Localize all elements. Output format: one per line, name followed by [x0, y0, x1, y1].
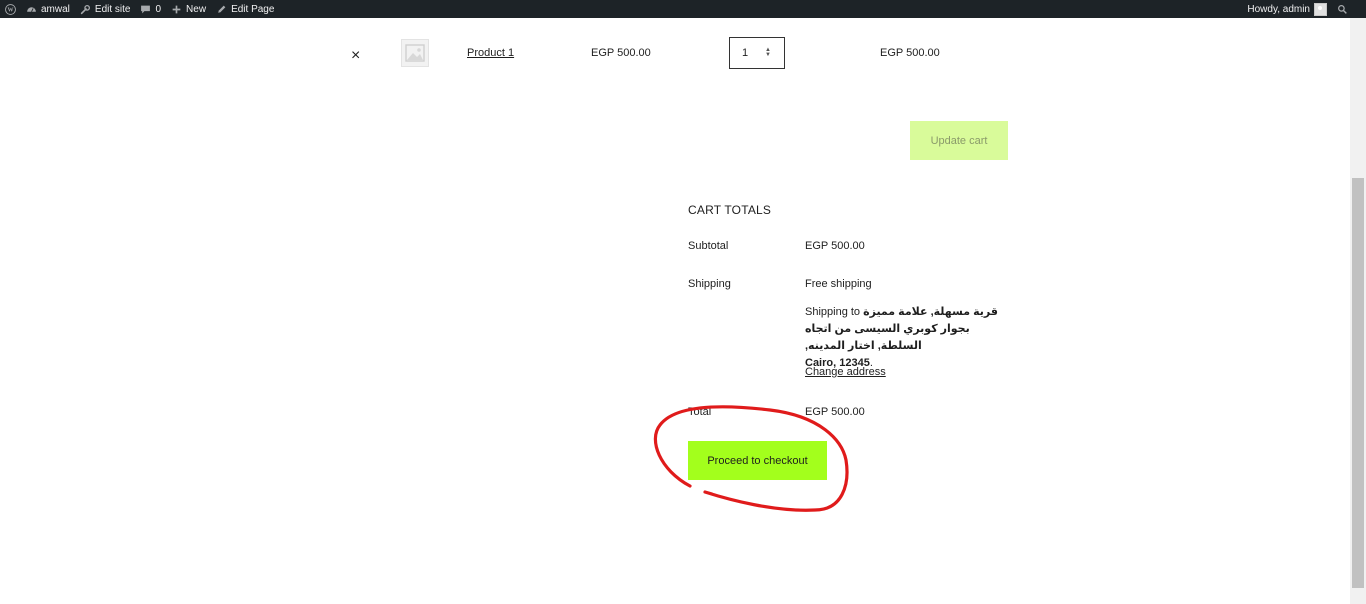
total-value: EGP 500.00	[805, 406, 865, 418]
update-cart-button[interactable]: Update cart	[910, 121, 1008, 160]
account-menu[interactable]: Howdy, admin	[1242, 0, 1332, 18]
image-placeholder-icon	[405, 44, 425, 62]
edit-site-label: Edit site	[94, 3, 131, 15]
edit-page-label: Edit Page	[231, 3, 275, 15]
shipping-destination: Shipping to قرية مسهلة, علامة مميزة بجوا…	[805, 306, 998, 369]
wordpress-icon: W	[5, 3, 16, 15]
search-icon	[1337, 4, 1348, 15]
total-label: Total	[688, 406, 712, 418]
wordpress-menu[interactable]: W	[0, 0, 21, 18]
dashboard-icon	[26, 4, 37, 15]
subtotal-label: Subtotal	[688, 240, 729, 252]
howdy-text: Howdy, admin	[1247, 3, 1310, 15]
product-price: EGP 500.00	[591, 47, 651, 59]
cart-totals-heading: CART TOTALS	[688, 203, 772, 217]
comment-icon	[140, 4, 151, 15]
stepper-arrows-icon[interactable]: ▲ ▼	[765, 47, 771, 58]
product-name-link[interactable]: Product 1	[467, 47, 514, 59]
shipping-method: Free shipping	[805, 278, 872, 290]
quantity-stepper[interactable]: 1 ▲ ▼	[729, 37, 785, 69]
pencil-icon	[216, 4, 227, 15]
plus-icon	[171, 4, 182, 15]
edit-site-link[interactable]: Edit site	[75, 0, 136, 18]
shipping-to-prefix: Shipping to	[805, 306, 861, 318]
proceed-to-checkout-button[interactable]: Proceed to checkout	[688, 441, 827, 480]
site-name-link[interactable]: amwal	[21, 0, 75, 18]
edit-page-link[interactable]: Edit Page	[211, 0, 279, 18]
wrench-icon	[80, 4, 91, 15]
line-subtotal: EGP 500.00	[880, 47, 940, 59]
svg-text:W: W	[7, 7, 13, 13]
site-name: amwal	[41, 3, 70, 15]
avatar	[1314, 2, 1327, 16]
shipping-label: Shipping	[688, 278, 731, 290]
change-address-link[interactable]: Change address	[805, 366, 886, 378]
remove-item-button[interactable]: ×	[351, 48, 360, 64]
page-scrollbar[interactable]	[1350, 18, 1366, 604]
scrollbar-thumb[interactable]	[1352, 178, 1364, 588]
product-thumbnail[interactable]	[401, 39, 429, 67]
quantity-value: 1	[742, 47, 749, 59]
new-label: New	[186, 3, 207, 15]
admin-search-button[interactable]	[1332, 0, 1366, 18]
new-content-link[interactable]: New	[166, 0, 211, 18]
red-annotation-circle	[653, 405, 849, 512]
comments-count: 0	[155, 3, 162, 15]
admin-bar: W amwal Edit site 0 New Edit Page Howdy,…	[0, 0, 1366, 18]
subtotal-value: EGP 500.00	[805, 240, 865, 252]
comments-link[interactable]: 0	[135, 0, 166, 18]
